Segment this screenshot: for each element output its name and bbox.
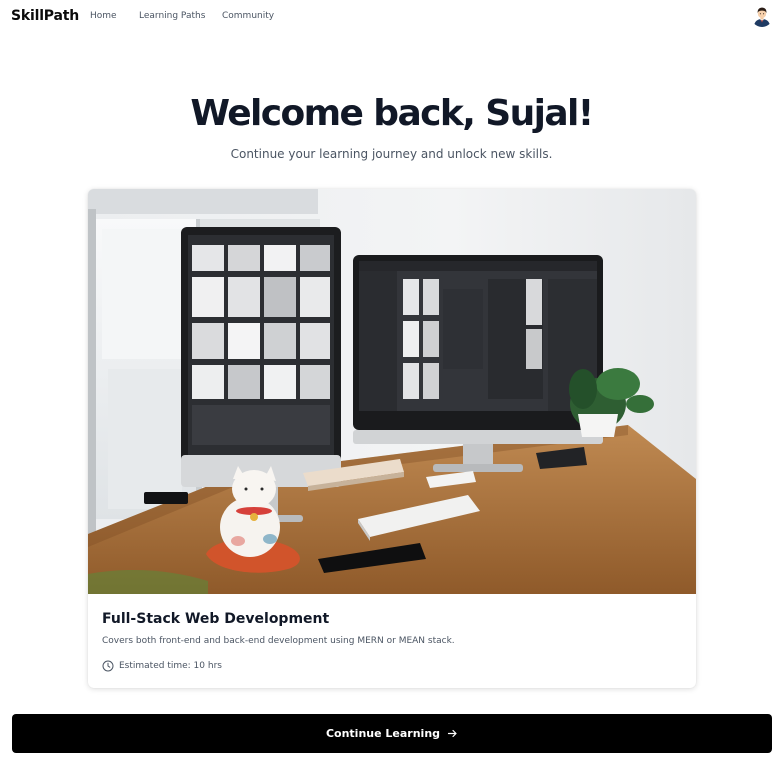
user-avatar-icon[interactable] [751,5,773,27]
course-estimated-time: Estimated time: 10 hrs [102,659,222,673]
welcome-heading: Welcome back, Sujal! [190,93,594,134]
estimated-time-label: Estimated time: 10 hrs [119,661,222,671]
course-title: Full-Stack Web Development [102,611,330,627]
brand-logo[interactable]: SkillPath [11,8,79,24]
nav-link-learning-paths[interactable]: Learning Paths [139,11,205,21]
clock-icon [102,660,114,672]
nav-link-home[interactable]: Home [90,11,117,21]
welcome-subtitle: Continue your learning journey and unloc… [230,147,553,161]
course-image [88,189,696,594]
continue-learning-button[interactable]: Continue Learning [12,714,772,753]
continue-learning-label: Continue Learning [325,727,441,740]
course-card[interactable]: Full-Stack Web Development Covers both f… [88,189,696,688]
arrow-right-icon [447,729,457,738]
nav-link-community[interactable]: Community [222,11,274,21]
avatar-illustration [751,5,773,27]
course-description: Covers both front-end and back-end devel… [102,636,455,646]
top-navbar: SkillPath Home Learning Paths Community [0,0,783,34]
